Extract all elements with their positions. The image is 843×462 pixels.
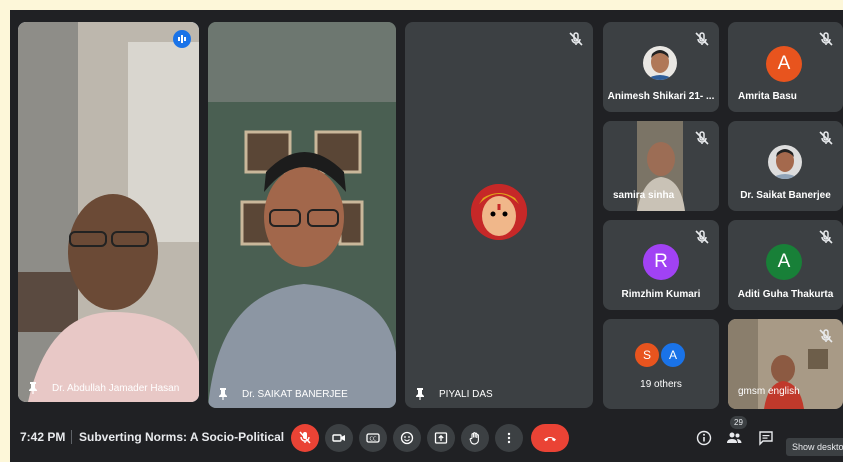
hand-icon: [469, 432, 479, 445]
participant-tile-small-1[interactable]: Animesh Shikari 21- ...: [603, 22, 719, 112]
others-count: 19 others: [640, 379, 682, 390]
info-icon: [696, 430, 712, 446]
avatar: A: [659, 341, 687, 369]
avatar: S: [633, 341, 661, 369]
participant-tile-3[interactable]: PIYALI DAS: [405, 22, 593, 408]
leave-call-button[interactable]: [531, 424, 569, 452]
participant-name: Aditi Guha Thakurta: [737, 289, 834, 300]
avatar-initial: S: [642, 348, 651, 362]
avatar: [643, 46, 677, 80]
participant-name: PIYALI DAS: [439, 388, 493, 400]
more-vert-icon: [507, 432, 511, 444]
meeting-stage: Dr. Abdullah Jamader Hasan Dr. SAIKAT BA…: [10, 10, 843, 462]
avatar: A: [766, 244, 802, 280]
meeting-details-button[interactable]: [692, 426, 716, 450]
bottom-control-bar: 7:42 PM Subverting Norms: A Socio-Politi…: [10, 414, 843, 462]
pin-icon[interactable]: [218, 388, 228, 400]
meeting-time: 7:42 PM: [20, 430, 66, 444]
participant-name: gmsm english: [738, 386, 800, 397]
tooltip-text: Show deskto: [792, 442, 843, 452]
participant-name-label: Dr. SAIKAT BANERJEE: [218, 388, 348, 400]
end-call-icon: [544, 437, 556, 442]
emoji-icon: [400, 431, 414, 445]
participant-tile-small-6[interactable]: A Aditi Guha Thakurta: [728, 220, 843, 310]
raise-hand-button[interactable]: [461, 424, 489, 452]
meeting-title: Subverting Norms: A Socio-Political Ex..…: [79, 430, 284, 444]
video-feed-image: [208, 22, 396, 408]
participant-tile-small-5[interactable]: R Rimzhim Kumari: [603, 220, 719, 310]
captions-icon: CC: [366, 433, 380, 443]
participant-name: Animesh Shikari 21- ...: [607, 91, 715, 102]
avatar-initial: A: [668, 348, 677, 362]
avatar-initial: R: [654, 251, 668, 272]
present-button[interactable]: [427, 424, 455, 452]
participant-name: Rimzhim Kumari: [621, 289, 701, 300]
camera-icon: [332, 434, 345, 442]
avatar: A: [766, 46, 802, 82]
participant-name: samira sinha: [613, 190, 675, 201]
pin-icon[interactable]: [28, 382, 38, 394]
participant-tile-1[interactable]: Dr. Abdullah Jamader Hasan: [18, 22, 199, 402]
svg-text:CC: CC: [370, 437, 377, 443]
avatar-initial: A: [777, 53, 791, 74]
avatar: R: [643, 244, 679, 280]
avatar: [471, 184, 527, 240]
captions-button[interactable]: CC: [359, 424, 387, 452]
more-options-button[interactable]: [495, 424, 523, 452]
divider: [71, 430, 72, 444]
participant-tile-small-3[interactable]: samira sinha: [603, 121, 719, 211]
mic-off-icon: [695, 131, 709, 145]
reactions-button[interactable]: [393, 424, 421, 452]
participant-tile-small-2[interactable]: A Amrita Basu: [728, 22, 843, 112]
avatar-initial: A: [777, 251, 791, 272]
people-button[interactable]: 29: [722, 416, 747, 450]
present-icon: [434, 432, 448, 444]
participant-name: Dr. Abdullah Jamader Hasan: [52, 382, 180, 394]
mic-off-icon: [695, 32, 709, 46]
chat-icon: [759, 431, 773, 446]
mic-toggle-button[interactable]: [291, 424, 319, 452]
speaking-indicator: [173, 30, 191, 48]
mic-off-icon: [695, 230, 709, 244]
mic-off-icon: [819, 131, 833, 145]
mic-off-icon: [819, 32, 833, 46]
people-icon: [727, 432, 742, 443]
participant-name-label: PIYALI DAS: [415, 388, 493, 400]
participant-tile-small-4[interactable]: Dr. Saikat Banerjee: [728, 121, 843, 211]
people-count-badge: 29: [730, 416, 747, 429]
chat-button[interactable]: [754, 426, 778, 450]
others-tile[interactable]: S A 19 others: [603, 319, 719, 409]
tooltip: Show deskto: [786, 438, 843, 456]
camera-toggle-button[interactable]: [325, 424, 353, 452]
video-feed-image: [18, 22, 199, 402]
mic-off-icon: [569, 32, 583, 46]
participant-name: Dr. Saikat Banerjee: [740, 190, 831, 201]
mic-off-icon: [819, 329, 833, 343]
participant-name: Amrita Basu: [738, 91, 797, 102]
participant-tile-small-8[interactable]: gmsm english: [728, 319, 843, 409]
participant-name: Dr. SAIKAT BANERJEE: [242, 388, 348, 400]
avatar: [768, 145, 802, 179]
participant-name-label: Dr. Abdullah Jamader Hasan: [28, 382, 179, 394]
mic-off-icon: [299, 431, 311, 444]
participant-tile-2[interactable]: Dr. SAIKAT BANERJEE: [208, 22, 396, 408]
mic-off-icon: [819, 230, 833, 244]
pin-icon[interactable]: [415, 388, 425, 400]
